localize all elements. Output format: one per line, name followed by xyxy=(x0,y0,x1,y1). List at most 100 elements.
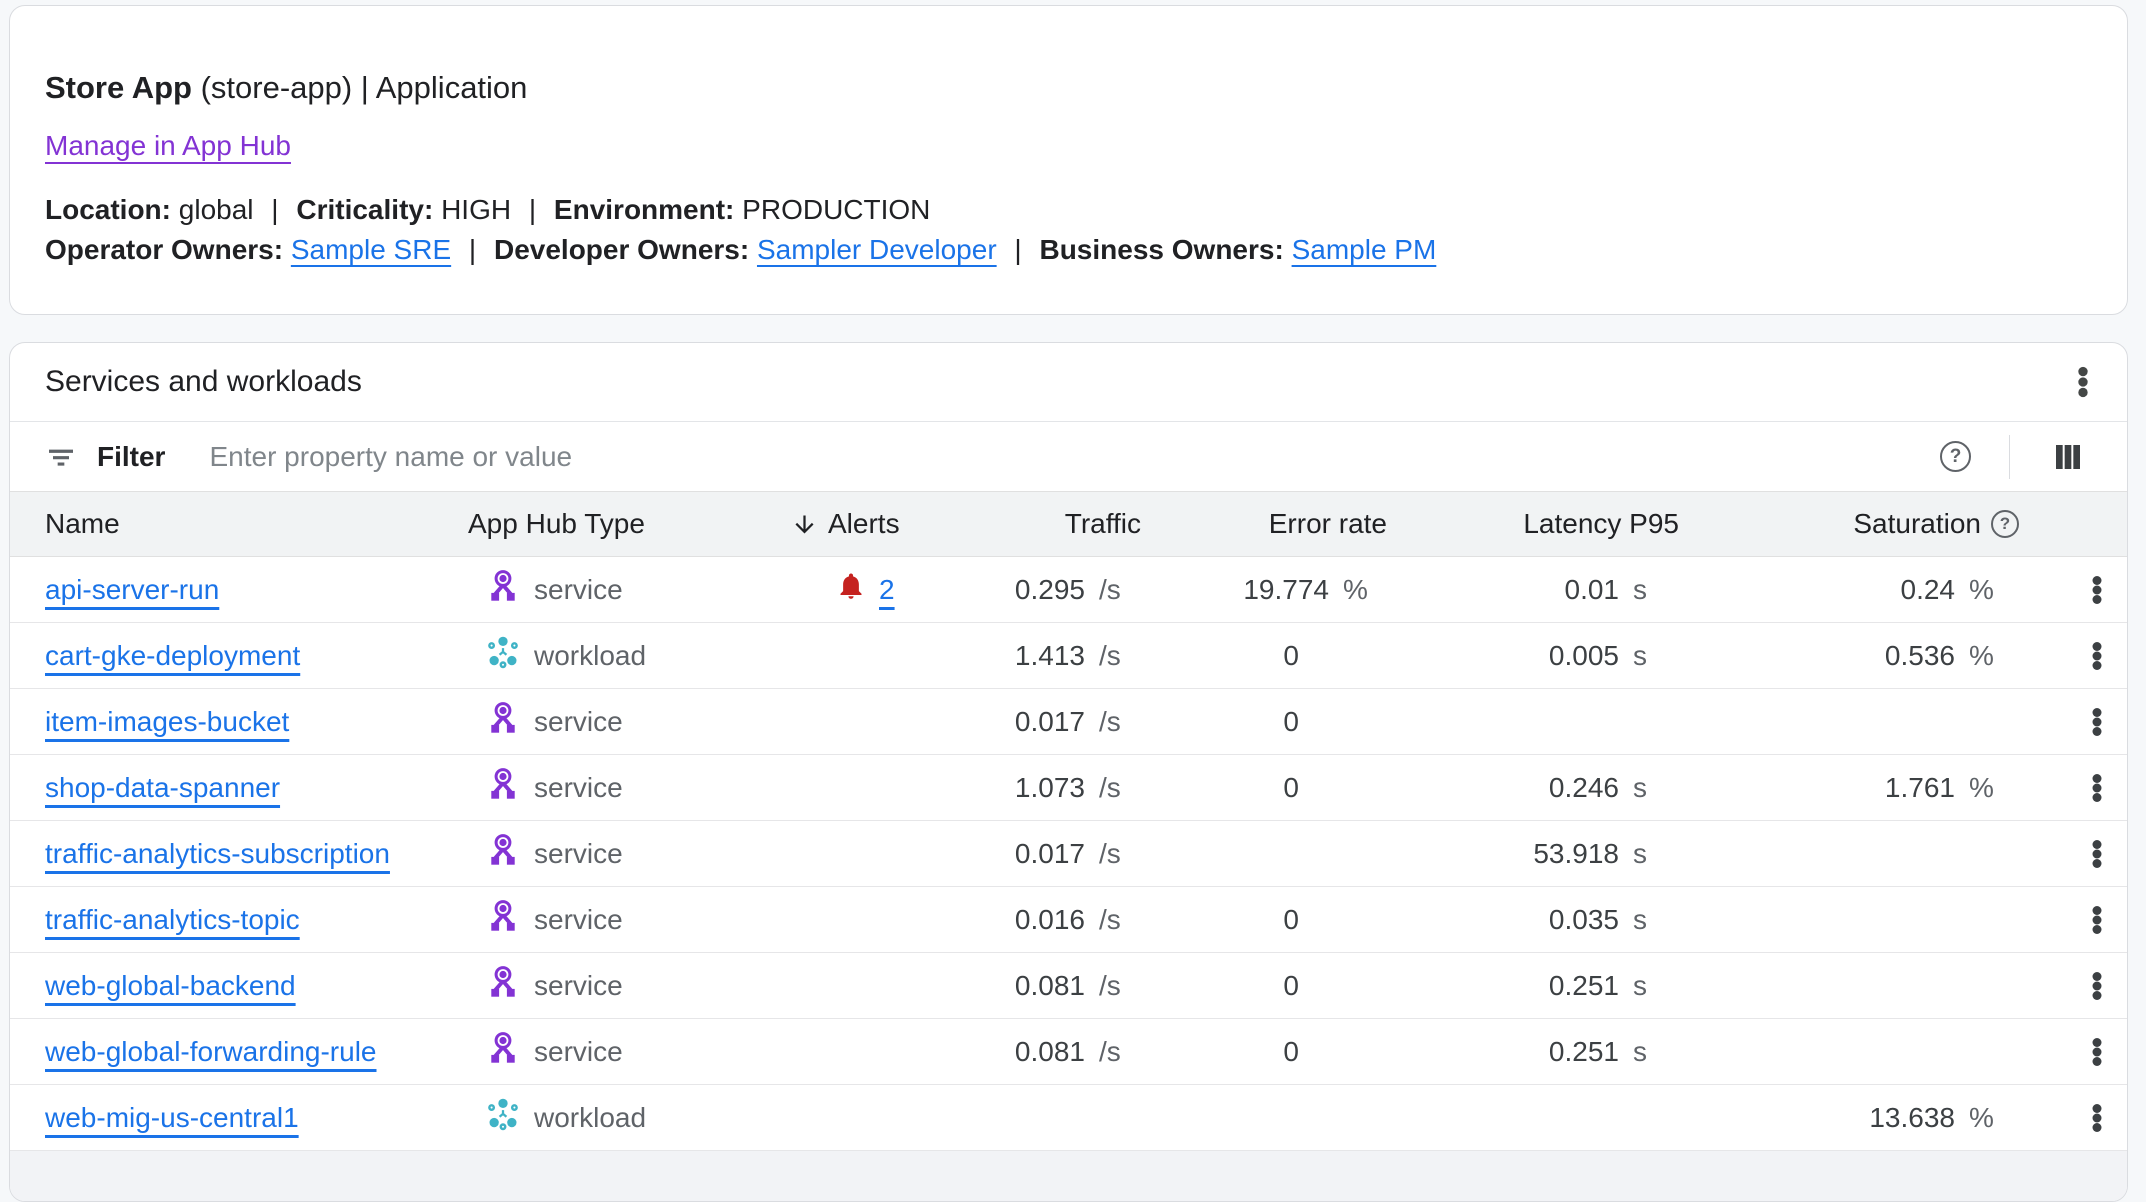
location-label: Location: xyxy=(45,194,171,225)
operator-owner-link[interactable]: Sample SRE xyxy=(291,234,451,265)
traffic-cell: 0.017/s xyxy=(925,838,1155,870)
traffic-header-label: Traffic xyxy=(1065,508,1141,540)
business-owners-label: Business Owners: xyxy=(1039,234,1283,265)
row-actions xyxy=(2065,702,2128,742)
table-row: web-mig-us-central1 workload 13.638% xyxy=(10,1085,2127,1151)
alerts-header-label: Alerts xyxy=(828,508,900,540)
column-display-icon xyxy=(2052,441,2084,473)
column-header-latency-p95[interactable]: Latency P95 xyxy=(1445,508,1745,540)
name-cell: web-global-backend xyxy=(10,970,430,1002)
resource-name-link[interactable]: traffic-analytics-topic xyxy=(45,904,300,935)
resource-name-link[interactable]: traffic-analytics-subscription xyxy=(45,838,390,869)
alerts-cell: 2 xyxy=(740,571,925,608)
column-header-app-hub-type[interactable]: App Hub Type xyxy=(430,508,740,540)
kebab-menu-icon xyxy=(2082,971,2112,1001)
name-cell: shop-data-spanner xyxy=(10,772,430,804)
row-actions xyxy=(2065,1032,2128,1072)
type-label: service xyxy=(534,970,623,1002)
apphub-workload-icon xyxy=(485,634,521,677)
row-menu-button[interactable] xyxy=(2077,966,2117,1006)
criticality-label: Criticality: xyxy=(296,194,433,225)
error-rate-header-label: Error rate xyxy=(1269,508,1387,540)
type-label: service xyxy=(534,904,623,936)
resource-name-link[interactable]: item-images-bucket xyxy=(45,706,289,737)
app-hub-type-cell: workload xyxy=(430,1096,740,1139)
error-rate-cell: 19.774% xyxy=(1155,574,1445,606)
column-header-error-rate[interactable]: Error rate xyxy=(1155,508,1445,540)
operator-owners-label: Operator Owners: xyxy=(45,234,283,265)
column-header-traffic[interactable]: Traffic xyxy=(925,508,1155,540)
apphub-service-icon xyxy=(485,1030,521,1066)
developer-owners-label: Developer Owners: xyxy=(494,234,749,265)
app-hub-type-cell: service xyxy=(430,898,740,941)
row-menu-button[interactable] xyxy=(2077,900,2117,940)
separator: | xyxy=(271,194,278,225)
row-menu-button[interactable] xyxy=(2077,570,2117,610)
location-value: global xyxy=(179,194,254,225)
environment-label: Environment: xyxy=(554,194,734,225)
help-icon[interactable]: ? xyxy=(1940,441,1971,472)
row-menu-button[interactable] xyxy=(2077,768,2117,808)
apphub-service-icon xyxy=(485,898,521,941)
column-display-options-button[interactable] xyxy=(2048,437,2088,477)
separator: | xyxy=(1014,234,1021,265)
row-actions xyxy=(2065,768,2128,808)
column-header-name[interactable]: Name xyxy=(10,508,430,540)
apphub-service-icon xyxy=(485,964,521,1007)
table-row: shop-data-spanner service 1.073/s 0 0.24… xyxy=(10,755,2127,821)
bell-icon xyxy=(836,571,866,601)
name-cell: web-global-forwarding-rule xyxy=(10,1036,430,1068)
traffic-cell: 1.413/s xyxy=(925,640,1155,672)
table-row: traffic-analytics-subscription service 0… xyxy=(10,821,2127,887)
kebab-menu-icon xyxy=(2082,773,2112,803)
name-cell: web-mig-us-central1 xyxy=(10,1102,430,1134)
row-actions xyxy=(2065,1098,2128,1138)
resource-name-link[interactable]: web-global-forwarding-rule xyxy=(45,1036,377,1067)
latency-p95-cell: 0.035s xyxy=(1445,904,1745,936)
alert-count-link[interactable]: 2 xyxy=(879,574,895,606)
resource-name-link[interactable]: web-global-backend xyxy=(45,970,296,1001)
row-menu-button[interactable] xyxy=(2077,1032,2117,1072)
apphub-service-icon xyxy=(485,832,521,875)
resource-name-link[interactable]: cart-gke-deployment xyxy=(45,640,300,671)
row-actions xyxy=(2065,636,2128,676)
resource-name-link[interactable]: web-mig-us-central1 xyxy=(45,1102,299,1133)
app-hub-type-cell: service xyxy=(430,1030,740,1073)
table-row: web-global-backend service 0.081/s 0 0.2… xyxy=(10,953,2127,1019)
row-actions xyxy=(2065,834,2128,874)
filter-bar: Filter ? xyxy=(10,421,2127,491)
error-rate-cell: 0 xyxy=(1155,1036,1445,1068)
row-menu-button[interactable] xyxy=(2077,702,2117,742)
resource-name-link[interactable]: shop-data-spanner xyxy=(45,772,280,803)
panel-more-menu-button[interactable] xyxy=(2063,362,2103,402)
column-header-alerts[interactable]: Alerts xyxy=(740,508,925,540)
metadata-line-1: Location: global | Criticality: HIGH | E… xyxy=(45,190,2092,230)
row-menu-button[interactable] xyxy=(2077,636,2117,676)
row-actions xyxy=(2065,966,2128,1006)
saturation-cell: 0.24% xyxy=(1745,574,2065,606)
table-row: cart-gke-deployment workload 1.413/s 0 0… xyxy=(10,623,2127,689)
row-menu-button[interactable] xyxy=(2077,1098,2117,1138)
manage-in-app-hub-link[interactable]: Manage in App Hub xyxy=(45,130,291,162)
filter-label: Filter xyxy=(97,441,165,473)
app-hub-type-cell: service xyxy=(430,964,740,1007)
traffic-cell: 0.016/s xyxy=(925,904,1155,936)
filter-input[interactable] xyxy=(209,441,1940,473)
apphub-service-icon xyxy=(485,766,521,809)
resource-name-link[interactable]: api-server-run xyxy=(45,574,219,605)
app-header-card: Store App (store-app) | Application Mana… xyxy=(9,5,2128,315)
business-owner-link[interactable]: Sample PM xyxy=(1292,234,1437,265)
criticality-value: HIGH xyxy=(441,194,511,225)
saturation-help-icon[interactable]: ? xyxy=(1991,510,2019,538)
type-label: service xyxy=(534,574,623,606)
column-header-saturation[interactable]: Saturation ? xyxy=(1745,508,2065,540)
kebab-menu-icon xyxy=(2082,1037,2112,1067)
separator: | xyxy=(529,194,536,225)
apphub-service-icon xyxy=(485,700,521,736)
app-hub-type-cell: service xyxy=(430,700,740,743)
type-label: service xyxy=(534,1036,623,1068)
row-menu-button[interactable] xyxy=(2077,834,2117,874)
apphub-service-icon xyxy=(485,568,521,611)
developer-owner-link[interactable]: Sampler Developer xyxy=(757,234,997,265)
app-hub-type-cell: service xyxy=(430,766,740,809)
